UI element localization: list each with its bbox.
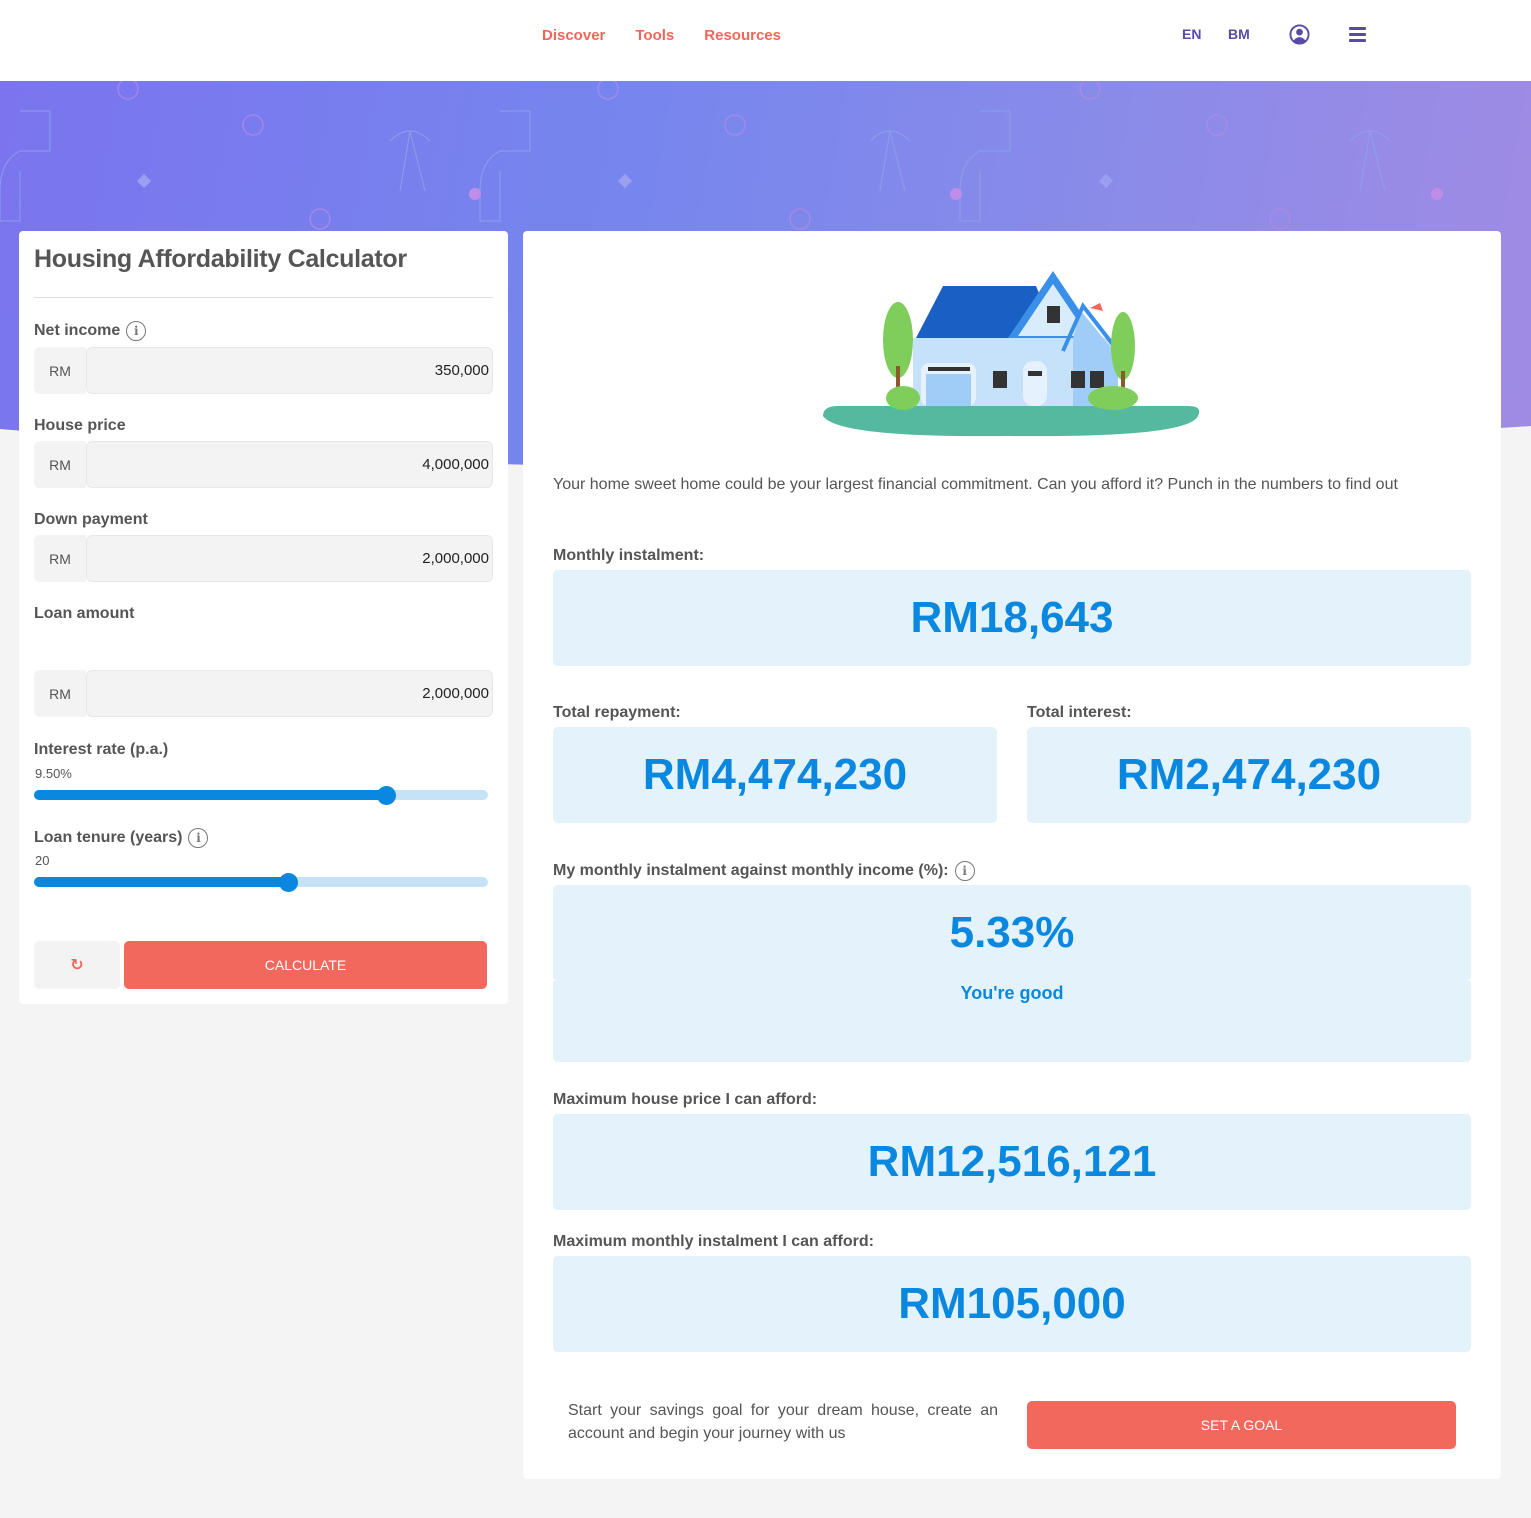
info-icon[interactable]: i [954, 861, 975, 881]
user-circle-icon[interactable] [1289, 24, 1310, 45]
interest-rate-value: 9.50% [35, 766, 72, 781]
reset-button[interactable]: ↻ [34, 941, 120, 989]
intro-text: Your home sweet home could be your large… [553, 476, 1398, 493]
net-income-input[interactable]: 350,000 [86, 347, 493, 394]
ratio-status: You're good [960, 983, 1064, 1003]
calculator-form-card: Housing Affordability Calculator Net inc… [19, 231, 508, 1004]
main-nav: Discover Tools Resources [542, 27, 781, 44]
loan-amount-label: Loan amount [34, 605, 135, 622]
total-repayment-value: RM4,474,230 [553, 727, 997, 823]
currency-prefix: RM [34, 441, 86, 488]
top-navigation-bar: Discover Tools Resources EN BM [0, 0, 1531, 81]
results-card: Your home sweet home could be your large… [523, 231, 1501, 1479]
house-price-label: House price [34, 417, 126, 434]
savings-goal-text: Start your savings goal for your dream h… [568, 1402, 998, 1442]
total-interest-label: Total interest: [1027, 704, 1132, 721]
loan-tenure-slider[interactable] [34, 873, 488, 892]
house-illustration [823, 271, 1200, 437]
net-income-input-group: RM 350,000 [34, 347, 493, 394]
house-price-input-group: RM 4,000,000 [34, 441, 493, 488]
currency-prefix: RM [34, 670, 86, 717]
slider-fill [34, 877, 289, 887]
net-income-label-text: Net income [34, 322, 121, 339]
net-income-label: Net income i [34, 321, 147, 341]
language-en[interactable]: EN [1182, 26, 1201, 42]
loan-tenure-value: 20 [35, 853, 50, 868]
max-house-price-label: Maximum house price I can afford: [553, 1091, 818, 1108]
loan-tenure-label-text: Loan tenure (years) [34, 829, 183, 846]
monthly-instalment-value: RM18,643 [553, 570, 1471, 666]
loan-amount-input[interactable]: 2,000,000 [86, 670, 493, 717]
calculator-title: Housing Affordability Calculator [34, 245, 407, 273]
hamburger-menu-icon[interactable] [1349, 27, 1366, 42]
monthly-instalment-label: Monthly instalment: [553, 547, 705, 564]
max-house-price-value: RM12,516,121 [553, 1114, 1471, 1210]
language-bm[interactable]: BM [1228, 26, 1250, 42]
house-price-input[interactable]: 4,000,000 [86, 441, 493, 488]
calculate-button[interactable]: CALCULATE [124, 941, 487, 989]
title-divider [34, 297, 493, 298]
slider-fill [34, 790, 386, 800]
loan-tenure-label: Loan tenure (years) i [34, 828, 209, 848]
currency-prefix: RM [34, 347, 86, 394]
info-icon[interactable]: i [188, 828, 209, 848]
interest-rate-label: Interest rate (p.a.) [34, 741, 169, 758]
ratio-label-text: My monthly instalment against monthly in… [553, 862, 949, 879]
max-monthly-instalment-label: Maximum monthly instalment I can afford: [553, 1233, 874, 1250]
total-interest-value: RM2,474,230 [1027, 727, 1471, 823]
total-repayment-label: Total repayment: [553, 704, 681, 721]
interest-rate-slider[interactable] [34, 786, 488, 805]
max-monthly-instalment-value: RM105,000 [553, 1256, 1471, 1352]
nav-resources[interactable]: Resources [704, 27, 781, 44]
refresh-icon: ↻ [70, 957, 84, 974]
ratio-value: 5.33% [553, 885, 1471, 981]
down-payment-label: Down payment [34, 511, 148, 528]
info-icon[interactable]: i [126, 321, 147, 341]
nav-discover[interactable]: Discover [542, 27, 605, 44]
currency-prefix: RM [34, 535, 86, 582]
slider-thumb[interactable] [279, 873, 299, 892]
ratio-label: My monthly instalment against monthly in… [553, 861, 975, 881]
down-payment-input-group: RM 2,000,000 [34, 535, 493, 582]
nav-tools[interactable]: Tools [635, 27, 674, 44]
down-payment-input[interactable]: 2,000,000 [86, 535, 493, 582]
loan-amount-input-group: RM 2,000,000 [34, 670, 493, 717]
slider-thumb[interactable] [376, 786, 396, 805]
set-goal-button[interactable]: SET A GOAL [1027, 1401, 1456, 1449]
